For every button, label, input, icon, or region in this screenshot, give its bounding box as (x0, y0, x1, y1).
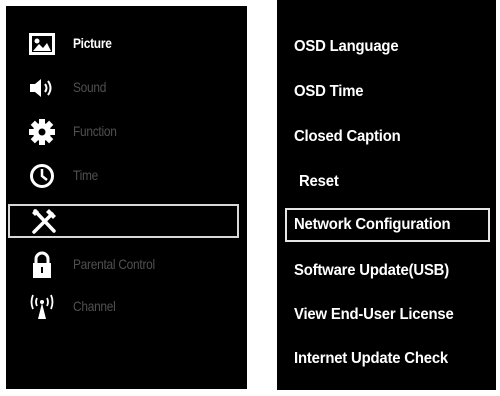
option-osd-language[interactable]: OSD Language (294, 32, 406, 62)
tv-settings-screen: Picture Sound Function Time Options Pare… (0, 0, 500, 396)
menu-item-label: Sound (73, 79, 107, 95)
options-submenu-panel: OSD Language OSD Time Closed Caption Res… (277, 0, 496, 390)
option-label: Network Configuration (294, 216, 451, 233)
picture-icon (28, 31, 56, 57)
menu-item-label: Picture (73, 35, 112, 51)
option-label: OSD Time (294, 83, 364, 100)
main-menu-panel: Picture Sound Function Time Options Pare… (6, 6, 247, 389)
option-closed-caption[interactable]: Closed Caption (294, 122, 409, 152)
option-software-update-usb[interactable]: Software Update(USB) (294, 256, 461, 286)
menu-item-picture[interactable]: Picture (6, 27, 247, 61)
menu-item-sound[interactable]: Sound (6, 71, 247, 105)
menu-item-time[interactable]: Time (6, 159, 247, 193)
menu-item-label: Channel (73, 298, 116, 314)
menu-item-label: Function (73, 123, 117, 139)
antenna-icon (28, 294, 56, 320)
menu-item-label: Options (75, 212, 115, 228)
option-internet-update-check[interactable]: Internet Update Check (294, 344, 460, 374)
menu-item-channel[interactable]: Channel (6, 290, 247, 324)
menu-item-label: Parental Control (73, 256, 155, 272)
option-view-end-user-license[interactable]: View End-User License (294, 300, 466, 330)
menu-item-function[interactable]: Function (6, 115, 247, 149)
option-osd-time[interactable]: OSD Time (294, 77, 369, 107)
option-label: OSD Language (294, 38, 399, 55)
lock-icon (28, 251, 56, 278)
tools-icon (30, 208, 58, 234)
option-label: View End-User License (294, 306, 454, 323)
option-label: Software Update(USB) (294, 262, 450, 279)
menu-item-parental-control[interactable]: Parental Control (6, 248, 247, 282)
option-label: Internet Update Check (294, 350, 449, 367)
gear-icon (28, 119, 56, 145)
menu-item-label: Time (73, 167, 98, 183)
option-label: Reset (299, 173, 339, 190)
speaker-icon (28, 75, 56, 101)
option-network-configuration[interactable]: Network Configuration (285, 208, 490, 242)
menu-item-options[interactable]: Options (8, 204, 239, 238)
clock-icon (28, 163, 56, 189)
option-reset[interactable]: Reset (299, 167, 342, 197)
option-label: Closed Caption (294, 128, 401, 145)
